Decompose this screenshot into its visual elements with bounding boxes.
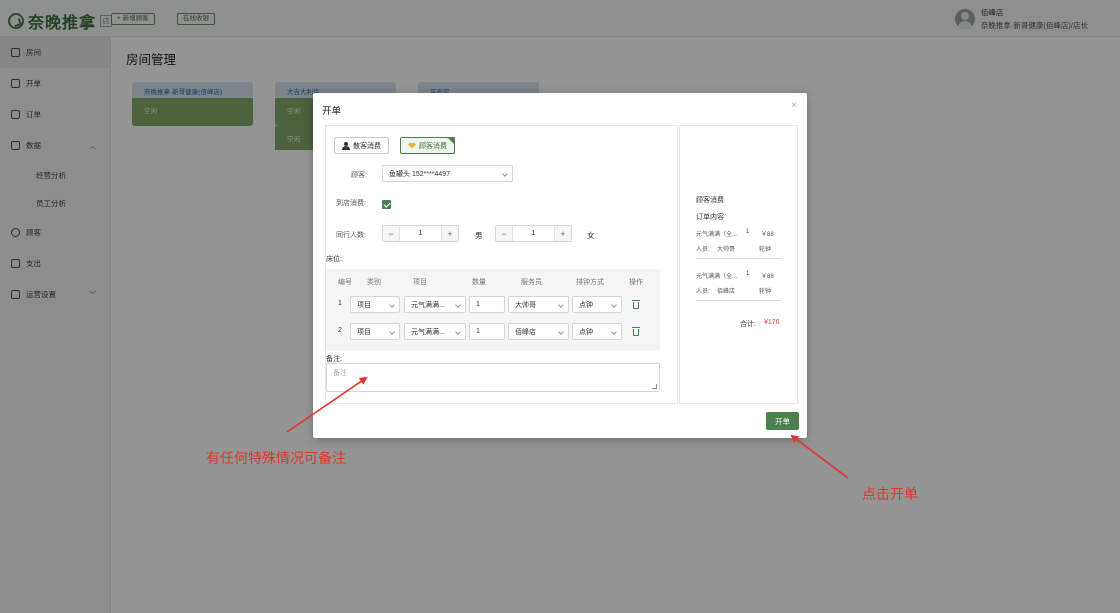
annotation-remark-hint: 有任何特殊情况可备注	[206, 450, 346, 466]
submit-arrow	[790, 434, 849, 479]
annotation-arrows	[286, 376, 849, 479]
remark-arrow	[286, 376, 368, 433]
annotation-click-hint: 点击开单	[862, 486, 918, 502]
